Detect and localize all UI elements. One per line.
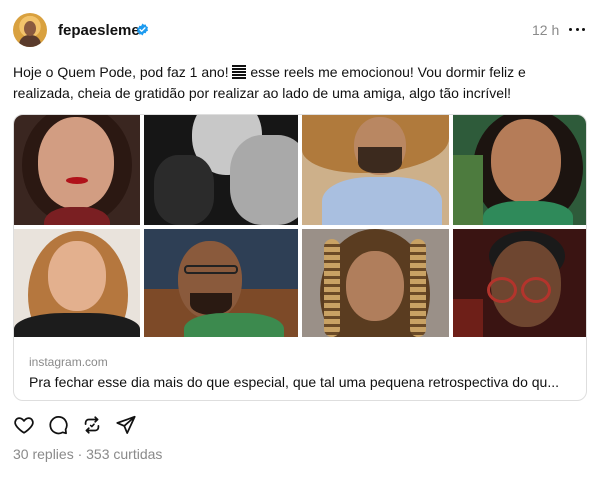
post-caption: Hoje o Quem Pode, pod faz 1 ano! esse re… (13, 62, 583, 104)
collage-photo-6 (144, 229, 298, 337)
post-timestamp[interactable]: 12 h (532, 22, 559, 38)
preview-image-collage[interactable] (14, 115, 586, 337)
verified-badge-icon (137, 23, 148, 36)
more-options-icon[interactable] (569, 25, 585, 33)
collage-photo-2 (144, 115, 298, 225)
avatar[interactable] (13, 13, 47, 47)
username[interactable]: fepaesleme (58, 22, 140, 39)
collage-photo-7 (302, 229, 449, 337)
comment-icon[interactable] (47, 414, 69, 436)
heart-icon[interactable] (13, 414, 35, 436)
caption-line-2: realizada, cheia de gratidão por realiza… (13, 85, 512, 101)
caption-line-1: Hoje o Quem Pode, pod faz 1 ano! esse re… (13, 62, 583, 83)
link-title[interactable]: Pra fechar esse dia mais do que especial… (29, 374, 573, 390)
post: fepaesleme 12 h Hoje o Quem Pode, pod fa… (0, 0, 593, 477)
collage-photo-8 (453, 229, 586, 337)
link-preview-card[interactable]: instagram.com Pra fechar esse dia mais d… (13, 114, 587, 401)
caption-text-1a: Hoje o Quem Pode, pod faz 1 ano! (13, 64, 233, 80)
link-domain: instagram.com (29, 355, 108, 369)
collage-photo-1 (14, 115, 140, 225)
caption-text-1b: esse reels me emocionou! Vou dormir feli… (246, 64, 526, 80)
collage-photo-5 (14, 229, 140, 337)
collage-photo-3 (302, 115, 449, 225)
repost-icon[interactable] (81, 414, 103, 436)
avatar-body (19, 35, 41, 47)
engagement-stats[interactable]: 30 replies · 353 curtidas (13, 446, 162, 462)
collage-photo-4 (453, 115, 586, 225)
emoji-icon (232, 65, 247, 79)
send-icon[interactable] (115, 414, 137, 436)
avatar-face (24, 21, 36, 36)
